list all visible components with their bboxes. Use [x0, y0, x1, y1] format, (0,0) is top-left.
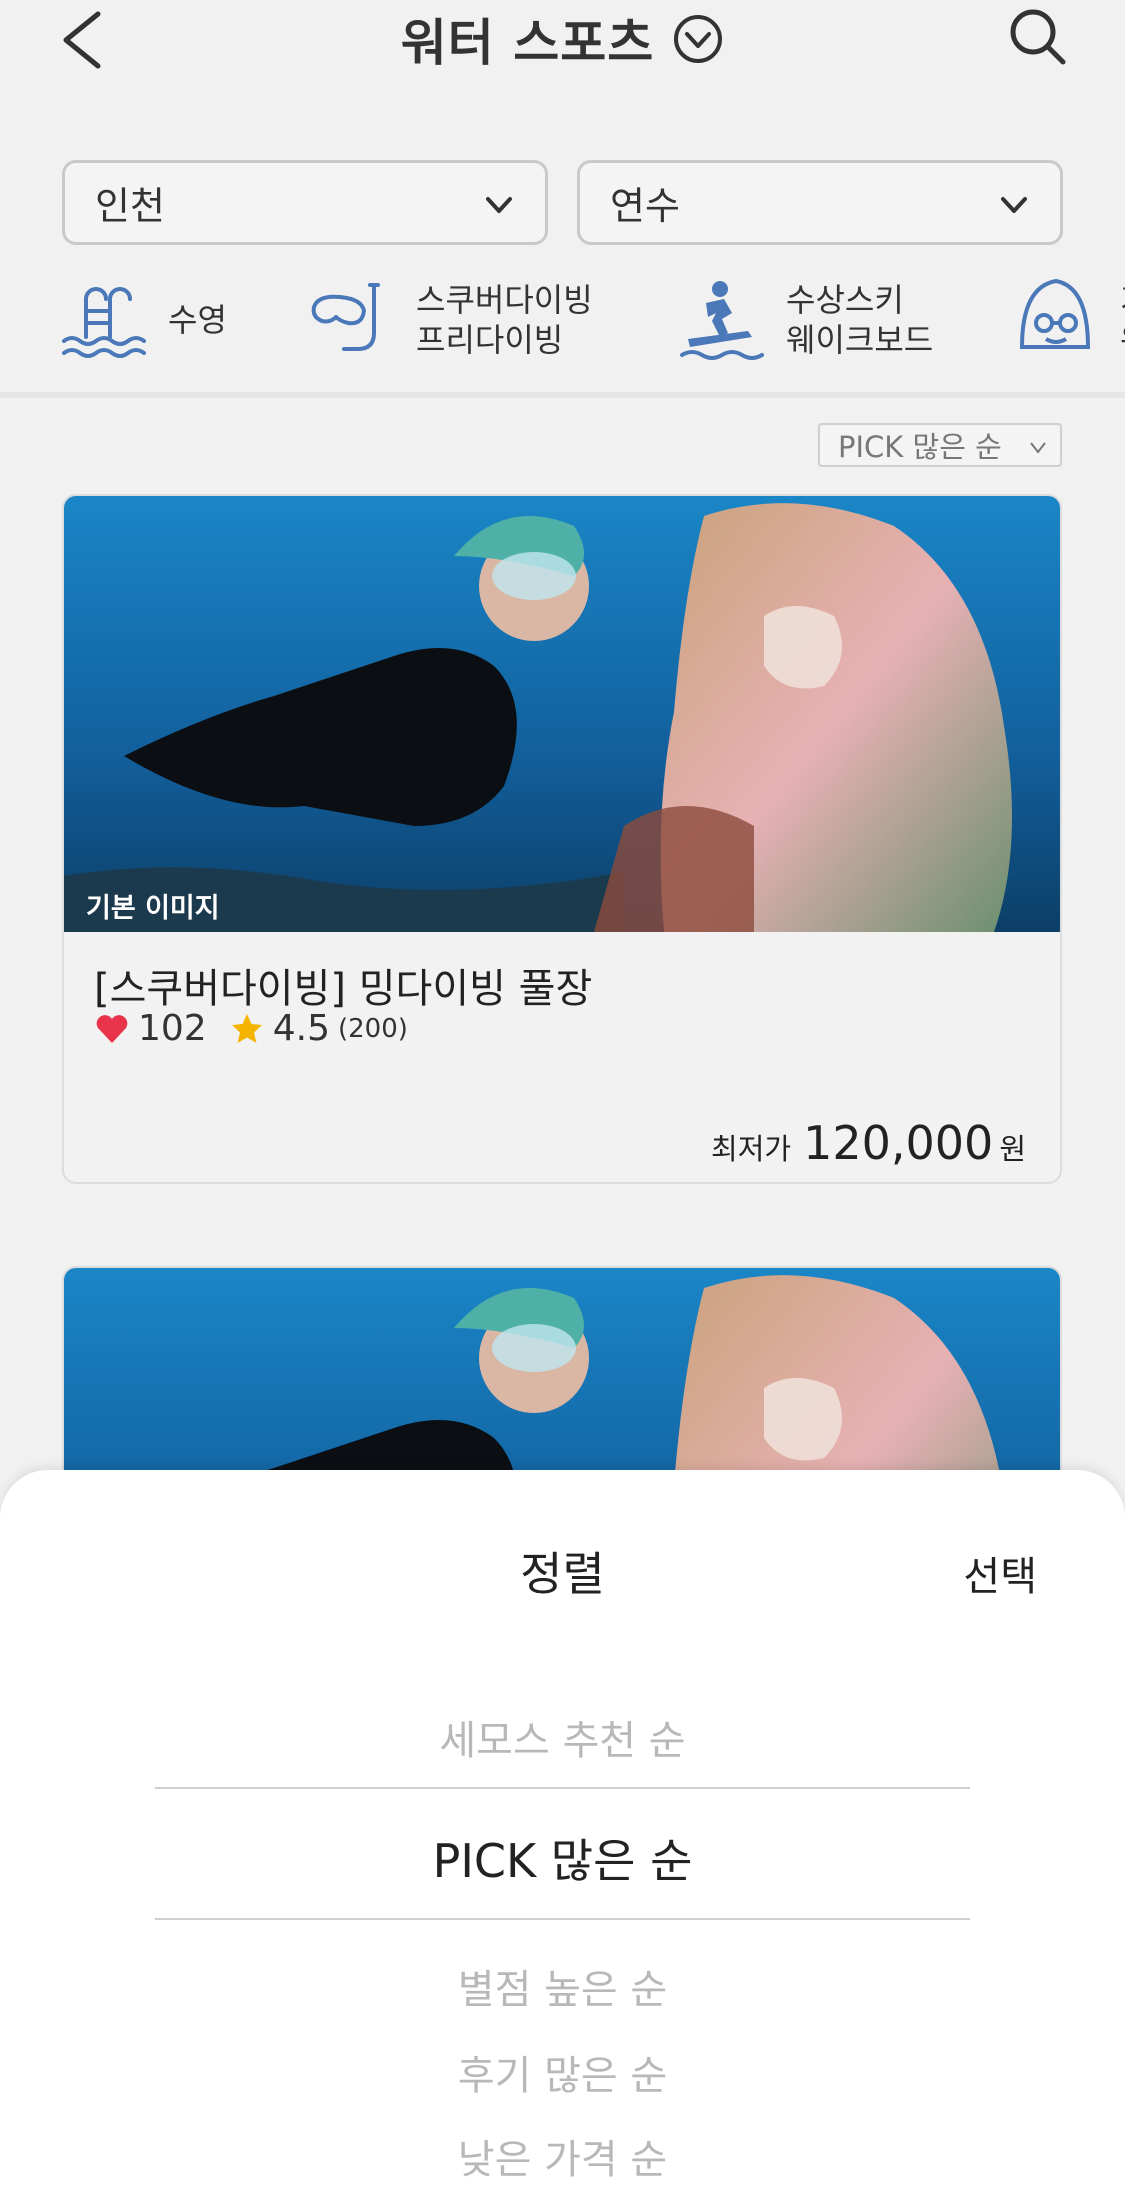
chevron-down-icon — [1030, 442, 1046, 454]
city-select-value: 인천 — [95, 184, 165, 228]
chevron-down-icon — [1001, 197, 1027, 213]
card-stats: 102 4.5 (200) — [94, 1008, 408, 1049]
category-label: 수상스키 웨이크보드 — [786, 281, 934, 359]
swimming-ladder-icon — [62, 287, 146, 358]
district-select[interactable]: 연수 — [577, 160, 1063, 245]
review-count: (200) — [337, 1013, 408, 1044]
heart-icon — [96, 1014, 128, 1043]
category-scuba[interactable]: 스쿠버다이빙 프리다이빙 — [308, 265, 593, 375]
snorkel-mask-icon — [311, 283, 380, 351]
title-group: 워터 스포츠 — [0, 4, 1125, 74]
price-unit: 원 — [999, 1132, 1026, 1166]
category-swimming[interactable]: 수영 — [60, 265, 227, 375]
district-select-value: 연수 — [610, 184, 680, 228]
activity-card[interactable]: 기본 이미지 [스쿠버다이빙] 밍다이빙 풀장 102 4.5 (200) 최저… — [62, 494, 1062, 1184]
category-label: 수영 — [168, 301, 227, 339]
category-water-ski[interactable]: 수상스키 웨이크보드 — [678, 265, 933, 375]
star-icon — [231, 1013, 262, 1043]
picker-divider — [155, 1787, 970, 1789]
category-label: 스쿠버다이빙 프리다이빙 — [416, 281, 593, 359]
price: 최저가 120,000 원 — [711, 1116, 1026, 1170]
like-count: 102 — [138, 1008, 207, 1049]
chevron-down-icon — [486, 197, 512, 213]
image-tag: 기본 이미지 — [86, 893, 220, 924]
rating-value: 4.5 — [272, 1008, 330, 1049]
chevron-down-circle-icon[interactable] — [672, 13, 724, 65]
city-select[interactable]: 인천 — [62, 160, 548, 245]
picker-divider — [155, 1918, 970, 1920]
section-divider — [0, 392, 1125, 398]
sort-option-selected[interactable]: PICK 많은 순 — [155, 1825, 970, 1891]
swim-cap-icon — [1019, 278, 1091, 349]
price-value: 120,000 — [803, 1116, 994, 1170]
sheet-title: 정렬 — [520, 1547, 605, 1601]
price-label: 최저가 — [711, 1132, 792, 1166]
sort-option[interactable]: 세모스 추천 순 — [155, 1708, 970, 1766]
sort-bottom-sheet: 정렬 선택 세모스 추천 순 PICK 많은 순 별점 높은 순 후기 많은 순… — [0, 1470, 1125, 2200]
page-title: 워터 스포츠 — [400, 14, 655, 72]
category-row: 수영 스쿠버다이빙 프리다이빙 수상스키 웨이크보드 — [0, 265, 1125, 395]
sort-option[interactable]: 낮은 가격 순 — [155, 2127, 970, 2185]
search-icon[interactable] — [1005, 2, 1069, 72]
sort-option[interactable]: 별점 높은 순 — [155, 1957, 970, 2015]
top-bar: 워터 스포츠 — [0, 0, 1125, 120]
card-title: [스쿠버다이빙] 밍다이빙 풀장 — [94, 966, 593, 1012]
sort-dropdown[interactable]: PICK 많은 순 — [818, 423, 1062, 467]
sort-option[interactable]: 후기 많은 순 — [155, 2043, 970, 2101]
card-photo — [64, 496, 1060, 932]
water-ski-icon — [680, 281, 764, 360]
select-button[interactable]: 선택 — [963, 1544, 1037, 1602]
category-etc[interactable]: 기 워 — [1012, 265, 1125, 375]
sort-dropdown-value: PICK 많은 순 — [838, 430, 1002, 464]
category-label: 기 워 — [1120, 280, 1125, 360]
